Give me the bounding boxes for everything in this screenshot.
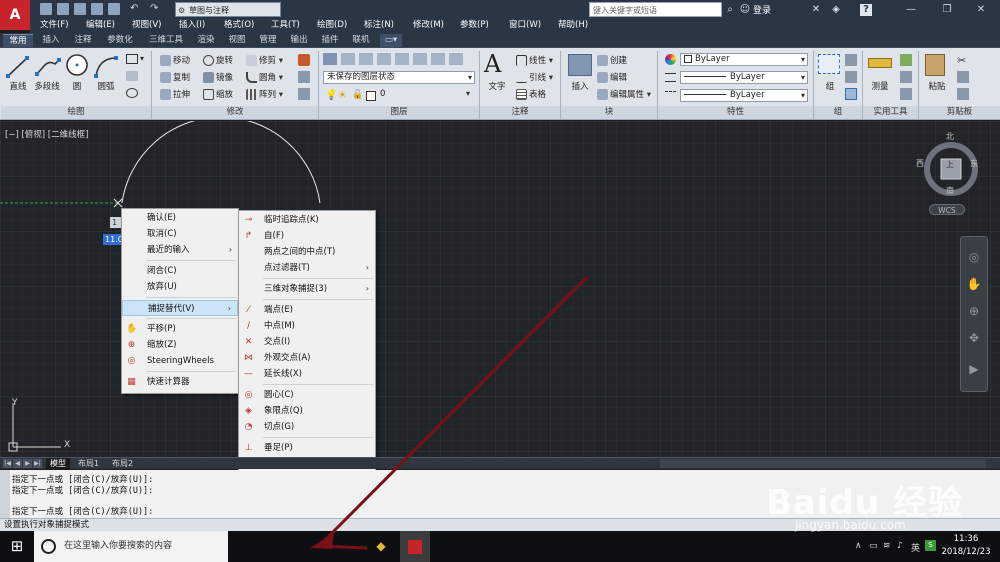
baidu-watermark-url: jingyan.baidu.com <box>795 518 906 532</box>
app-logo-icon[interactable]: A <box>0 0 30 30</box>
baidu-watermark: Baidu 经验 <box>766 483 963 523</box>
autocad-window: A ↶ ↷ 草图与注释 键入关键字或短语 ⌕ ☺ 登录 ✕ ◈ ? — ❐ ✕ … <box>0 0 1000 562</box>
